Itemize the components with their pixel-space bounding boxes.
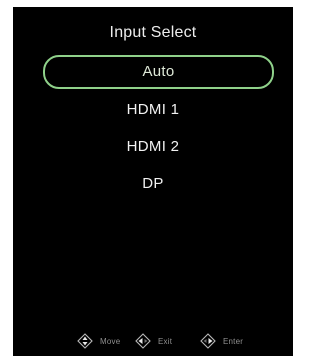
input-option-hdmi1[interactable]: HDMI 1 bbox=[13, 94, 293, 126]
input-option-hdmi2[interactable]: HDMI 2 bbox=[13, 131, 293, 163]
input-option-label: Auto bbox=[142, 63, 175, 80]
input-option-label: DP bbox=[142, 175, 164, 192]
dpad-right-icon bbox=[200, 333, 216, 349]
hint-exit: Exit bbox=[135, 331, 172, 351]
dpad-left-icon bbox=[135, 333, 151, 349]
hint-exit-label: Exit bbox=[158, 336, 173, 346]
input-option-label: HDMI 2 bbox=[126, 138, 180, 155]
dpad-up-down-icon bbox=[77, 333, 93, 349]
hint-move: Move bbox=[77, 331, 120, 351]
input-option-dp[interactable]: DP bbox=[13, 168, 293, 200]
input-list: Auto HDMI 1 HDMI 2 DP bbox=[13, 55, 293, 205]
osd-panel: Input Select Auto HDMI 1 HDMI 2 DP Move bbox=[13, 7, 293, 356]
hint-enter: Enter bbox=[200, 331, 243, 351]
hint-enter-label: Enter bbox=[223, 336, 244, 346]
key-hint-bar: Move Exit Enter bbox=[13, 331, 293, 351]
osd-title: Input Select bbox=[109, 24, 197, 41]
input-option-label: HDMI 1 bbox=[126, 101, 180, 118]
hint-move-label: Move bbox=[100, 336, 121, 346]
input-option-auto[interactable]: Auto bbox=[43, 55, 274, 89]
